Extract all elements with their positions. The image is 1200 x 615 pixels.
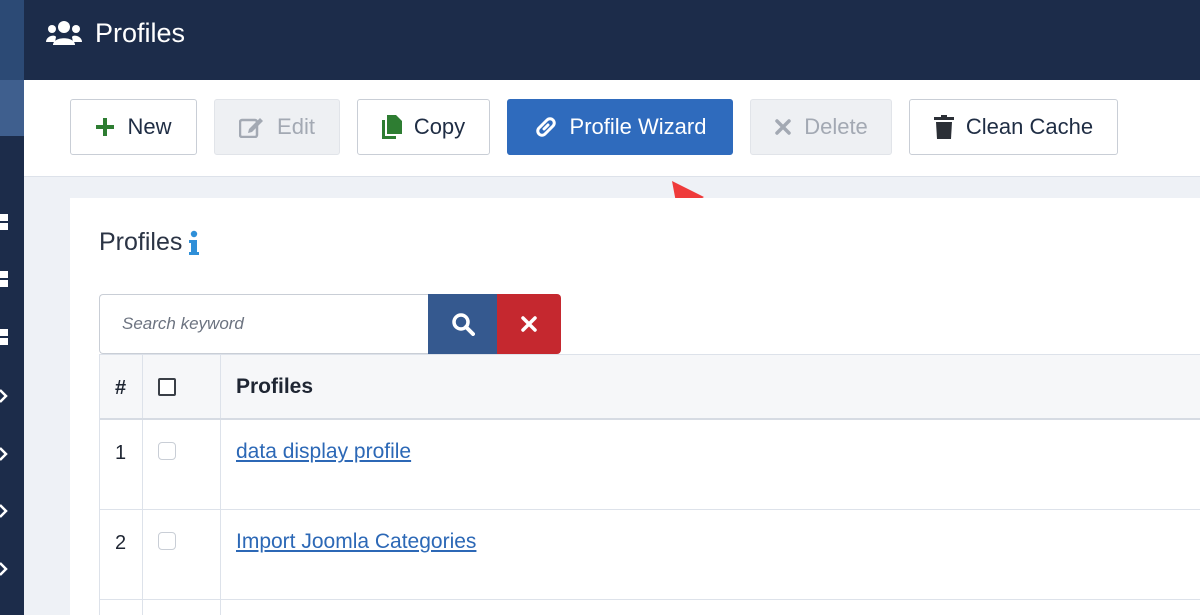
- sidebar-item-icon[interactable]: [0, 271, 8, 287]
- profile-link[interactable]: Import Joomla Categories: [236, 530, 476, 554]
- sidebar-item-active[interactable]: [0, 80, 24, 136]
- row-checkbox-cell: [143, 510, 221, 599]
- row-num-cell: 2: [100, 510, 143, 599]
- row-num: 1: [115, 442, 127, 464]
- row-checkbox[interactable]: [158, 442, 176, 460]
- header-cell-num: #: [100, 355, 143, 418]
- section-title-text: Profiles: [99, 228, 183, 256]
- sidebar-top: [0, 0, 24, 80]
- row-checkbox-cell: [143, 420, 221, 509]
- edit-button-label: Edit: [277, 114, 315, 139]
- search-icon: [451, 313, 475, 336]
- info-icon[interactable]: [188, 230, 200, 256]
- close-icon: [521, 316, 537, 332]
- users-icon: [46, 21, 82, 45]
- table-row: [100, 600, 1200, 615]
- sidebar-item-icon[interactable]: [0, 329, 8, 345]
- close-icon: [775, 119, 791, 135]
- page-title: Profiles: [95, 18, 186, 48]
- chevron-right-icon[interactable]: [0, 446, 8, 462]
- row-name-cell: [221, 600, 1200, 615]
- table-row: 2 Import Joomla Categories: [100, 510, 1200, 600]
- select-all-checkbox[interactable]: [158, 378, 176, 396]
- header-num-label: #: [115, 377, 127, 399]
- new-button[interactable]: New: [70, 99, 197, 155]
- clear-search-button[interactable]: [497, 294, 561, 354]
- sidebar-item-icon[interactable]: [0, 214, 8, 230]
- new-button-label: New: [127, 114, 172, 139]
- content-card: Profiles #: [70, 198, 1200, 615]
- sidebar: [0, 0, 24, 615]
- delete-button[interactable]: Delete: [750, 99, 892, 155]
- toolbar: New Edit Copy Profile Wizard Delete Clea…: [24, 80, 1200, 177]
- search-button[interactable]: [428, 294, 497, 354]
- row-num-cell: [100, 600, 143, 615]
- row-checkbox-cell: [143, 600, 221, 615]
- chevron-right-icon[interactable]: [0, 503, 8, 519]
- profile-wizard-button[interactable]: Profile Wizard: [507, 99, 733, 155]
- profile-link[interactable]: data display profile: [236, 440, 411, 464]
- row-name-cell: Import Joomla Categories: [221, 510, 1200, 599]
- link-icon: [535, 117, 556, 137]
- table-row: 1 data display profile: [100, 420, 1200, 510]
- clean-cache-button-label: Clean Cache: [965, 114, 1094, 139]
- row-num-cell: 1: [100, 420, 143, 509]
- section-title: Profiles: [99, 228, 200, 257]
- copy-button[interactable]: Copy: [357, 99, 490, 155]
- clean-cache-button[interactable]: Clean Cache: [909, 99, 1118, 155]
- profiles-table: # Profiles 1 data display profile 2 Impo…: [99, 354, 1200, 615]
- chevron-right-icon[interactable]: [0, 388, 8, 404]
- chevron-right-icon[interactable]: [0, 561, 8, 577]
- copy-icon: [381, 115, 402, 139]
- edit-icon: [239, 118, 264, 138]
- profile-wizard-button-label: Profile Wizard: [569, 114, 707, 139]
- table-header-row: # Profiles: [100, 355, 1200, 420]
- row-num: 2: [115, 532, 127, 554]
- trash-icon: [933, 115, 954, 139]
- page: Profiles New Edit Copy Profile Wizard De…: [0, 0, 1200, 615]
- header-cell-checkbox: [143, 355, 221, 418]
- row-name-cell: data display profile: [221, 420, 1200, 509]
- row-checkbox[interactable]: [158, 532, 176, 550]
- page-header: Profiles: [24, 0, 1200, 80]
- plus-icon: [96, 118, 115, 136]
- edit-button[interactable]: Edit: [214, 99, 340, 155]
- search-input[interactable]: [99, 294, 429, 354]
- delete-button-label: Delete: [804, 114, 868, 139]
- copy-button-label: Copy: [413, 114, 466, 139]
- header-cell-name: Profiles: [221, 355, 1200, 418]
- header-name-label: Profiles: [236, 375, 314, 398]
